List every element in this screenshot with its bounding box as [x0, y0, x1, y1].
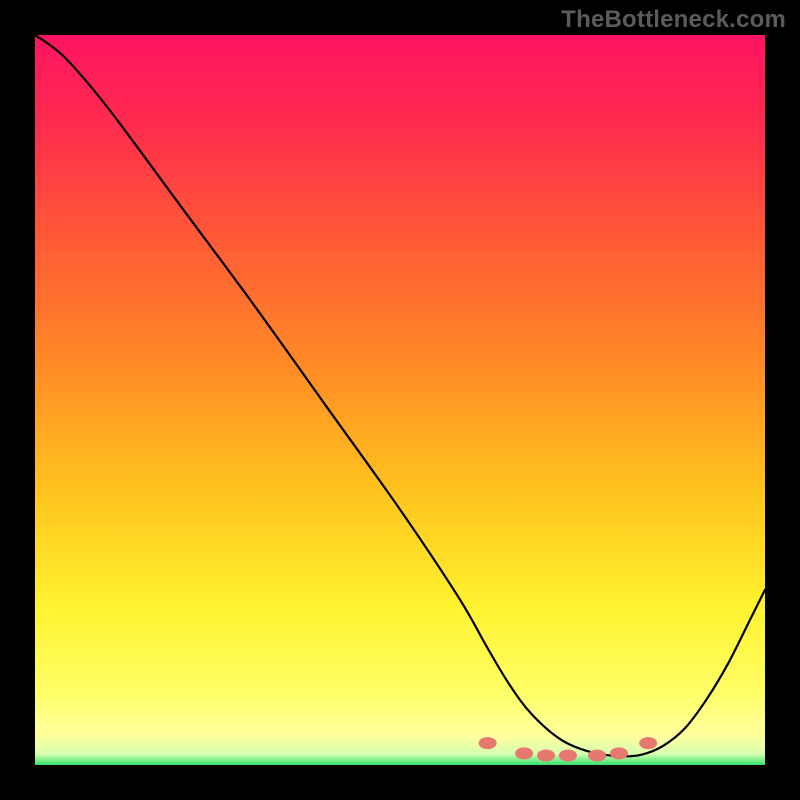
- plot-area: [35, 35, 765, 765]
- watermark: TheBottleneck.com: [561, 6, 786, 34]
- chart-frame: TheBottleneck.com: [0, 0, 800, 800]
- data-dot: [588, 750, 606, 762]
- data-dot: [559, 750, 577, 762]
- data-dot: [479, 737, 497, 749]
- data-dot: [515, 747, 533, 759]
- data-dots: [35, 35, 765, 765]
- data-dot: [610, 747, 628, 759]
- data-dot: [537, 750, 555, 762]
- data-dot: [639, 737, 657, 749]
